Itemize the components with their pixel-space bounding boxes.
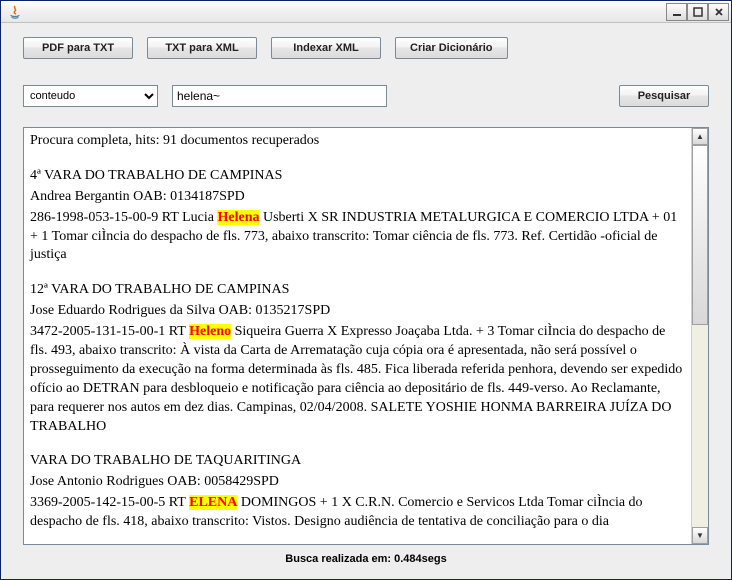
case-pre: 3472-2005-131-15-00-1 RT [30, 324, 189, 339]
maximize-button[interactable] [687, 3, 708, 21]
result-court: 4ª VARA DO TRABALHO DE CAMPINAS [30, 167, 685, 186]
case-post: Siqueira Guerra X Expresso Joaçaba Ltda.… [30, 324, 682, 433]
result-court: VARA DO TRABALHO DE TAQUARITINGA [30, 452, 685, 471]
toolbar: PDF para TXT TXT para XML Indexar XML Cr… [23, 37, 709, 59]
result-case: 286-1998-053-15-00-9 RT Lucia Helena Usb… [30, 209, 685, 266]
results-container: Procura completa, hits: 91 documentos re… [23, 127, 709, 545]
search-field-select[interactable]: conteudo [23, 85, 158, 107]
scrollbar[interactable]: ▲ ▼ [691, 128, 708, 544]
search-hit: Heleno [189, 324, 231, 339]
app-window: PDF para TXT TXT para XML Indexar XML Cr… [0, 0, 732, 580]
case-pre: 286-1998-053-15-00-9 RT Lucia [30, 210, 217, 225]
minimize-button[interactable] [666, 3, 687, 21]
result-case: 3369-2005-142-15-00-5 RT ELENA DOMINGOS … [30, 494, 685, 532]
scroll-down-button[interactable]: ▼ [692, 527, 708, 544]
title-bar [1, 1, 731, 23]
content-area: PDF para TXT TXT para XML Indexar XML Cr… [1, 23, 731, 579]
pdf-to-txt-button[interactable]: PDF para TXT [23, 37, 133, 59]
result-lawyer: Jose Eduardo Rodrigues da Silva OAB: 013… [30, 302, 685, 321]
close-button[interactable] [708, 3, 729, 21]
search-hit: ELENA [189, 495, 237, 510]
search-button[interactable]: Pesquisar [619, 85, 709, 107]
create-dict-button[interactable]: Criar Dicionário [395, 37, 508, 59]
java-icon [7, 4, 23, 20]
txt-to-xml-button[interactable]: TXT para XML [147, 37, 257, 59]
status-label: Busca realizada em: 0.484segs [23, 545, 709, 569]
result-case: 3472-2005-131-15-00-1 RT Heleno Siqueira… [30, 323, 685, 436]
result-lawyer: Jose Antonio Rodrigues OAB: 0058429SPD [30, 473, 685, 492]
scroll-up-button[interactable]: ▲ [692, 128, 708, 145]
scroll-thumb[interactable] [692, 145, 708, 325]
results-text: Procura completa, hits: 91 documentos re… [24, 128, 691, 544]
scroll-track[interactable] [692, 145, 708, 527]
case-pre: 3369-2005-142-15-00-5 RT [30, 495, 189, 510]
result-court: 12ª VARA DO TRABALHO DE CAMPINAS [30, 281, 685, 300]
result-lawyer: Andrea Bergantin OAB: 0134187SPD [30, 188, 685, 207]
search-hit: Helena [217, 210, 259, 225]
results-summary: Procura completa, hits: 91 documentos re… [30, 132, 685, 151]
search-input[interactable] [172, 85, 387, 107]
index-xml-button[interactable]: Indexar XML [271, 37, 381, 59]
window-controls [666, 3, 729, 21]
search-row: conteudo Pesquisar [23, 85, 709, 107]
